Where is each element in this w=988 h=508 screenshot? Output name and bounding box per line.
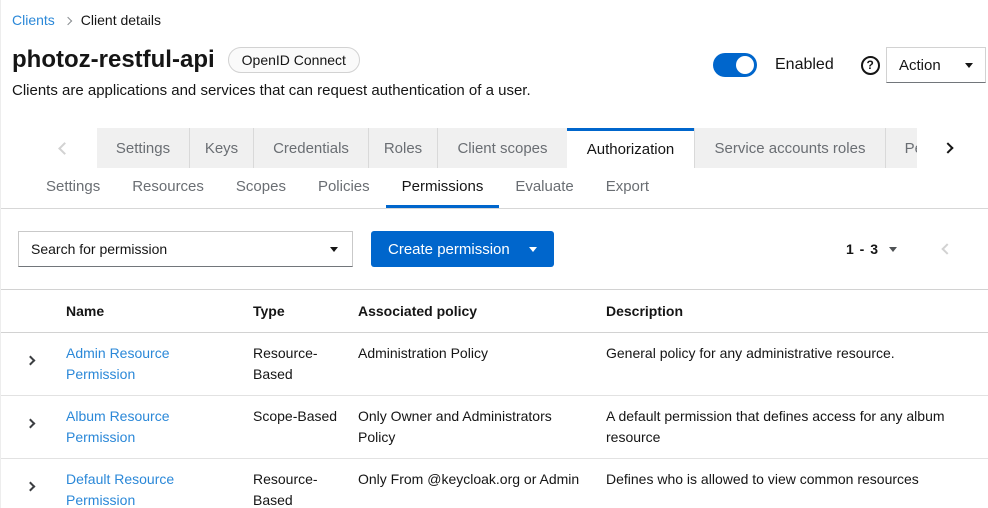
breadcrumb-separator-icon bbox=[64, 16, 72, 24]
subtab-export[interactable]: Export bbox=[590, 168, 665, 208]
pagination: 1 - 3 bbox=[846, 241, 951, 257]
permission-type: Scope-Based bbox=[253, 396, 358, 458]
tab-service-accounts-roles[interactable]: Service accounts roles bbox=[694, 128, 885, 168]
caret-down-icon bbox=[529, 247, 537, 252]
angle-right-icon bbox=[26, 419, 36, 429]
row-expand-toggle[interactable] bbox=[27, 357, 34, 364]
breadcrumb-current: Client details bbox=[81, 11, 161, 29]
header-spacer bbox=[1, 290, 66, 332]
permission-policy: Administration Policy bbox=[358, 333, 606, 395]
permission-description: General policy for any administrative re… bbox=[606, 333, 988, 395]
search-permission-input[interactable]: Search for permission bbox=[18, 231, 353, 267]
angle-right-icon bbox=[26, 482, 36, 492]
client-tabs: Settings Keys Credentials Roles Client s… bbox=[1, 128, 988, 168]
toggle-knob bbox=[736, 56, 754, 74]
search-permission-placeholder: Search for permission bbox=[31, 241, 167, 257]
create-permission-label: Create permission bbox=[388, 241, 510, 258]
tab-authorization[interactable]: Authorization bbox=[567, 128, 694, 168]
angle-right-icon bbox=[942, 142, 953, 153]
action-dropdown-label: Action bbox=[899, 57, 941, 74]
pagination-prev-button[interactable] bbox=[943, 245, 951, 253]
subtab-settings[interactable]: Settings bbox=[30, 168, 116, 208]
table-row: Default Resource Permission Resource-Bas… bbox=[1, 459, 988, 508]
permission-type: Resource-Based bbox=[253, 459, 358, 508]
caret-down-icon bbox=[965, 63, 973, 68]
table-row: Admin Resource Permission Resource-Based… bbox=[1, 333, 988, 396]
caret-down-icon bbox=[330, 247, 338, 252]
row-expand-toggle[interactable] bbox=[27, 420, 34, 427]
permission-policy: Only Owner and Administrators Policy bbox=[358, 396, 606, 458]
page-title: photoz-restful-api bbox=[12, 44, 215, 76]
permission-description: A default permission that defines access… bbox=[606, 396, 988, 458]
angle-left-icon bbox=[941, 243, 952, 254]
header-controls: Enabled ? Action bbox=[713, 47, 986, 83]
permission-policy: Only From @keycloak.org or Admin bbox=[358, 459, 606, 508]
permission-name-link[interactable]: Album Resource Permission bbox=[66, 408, 170, 445]
angle-right-icon bbox=[26, 356, 36, 366]
tab-roles[interactable]: Roles bbox=[368, 128, 437, 168]
table-body: Admin Resource Permission Resource-Based… bbox=[1, 333, 988, 508]
subtab-resources[interactable]: Resources bbox=[116, 168, 220, 208]
permissions-table: Name Type Associated policy Description … bbox=[1, 289, 988, 508]
breadcrumb-clients-link[interactable]: Clients bbox=[12, 11, 55, 29]
subtab-scopes[interactable]: Scopes bbox=[220, 168, 302, 208]
protocol-badge: OpenID Connect bbox=[228, 47, 360, 73]
column-header-name: Name bbox=[66, 290, 253, 332]
table-row: Album Resource Permission Scope-Based On… bbox=[1, 396, 988, 459]
table-header-row: Name Type Associated policy Description bbox=[1, 289, 988, 333]
client-details-page: Clients Client details photoz-restful-ap… bbox=[0, 0, 988, 508]
create-permission-button[interactable]: Create permission bbox=[371, 231, 554, 267]
permission-name-link[interactable]: Default Resource Permission bbox=[66, 471, 174, 508]
tab-keys[interactable]: Keys bbox=[189, 128, 253, 168]
tab-settings[interactable]: Settings bbox=[97, 128, 189, 168]
subtab-evaluate[interactable]: Evaluate bbox=[499, 168, 589, 208]
page-subtitle: Clients are applications and services th… bbox=[1, 82, 988, 100]
pagination-range: 1 - 3 bbox=[846, 241, 879, 257]
column-header-description: Description bbox=[606, 290, 988, 332]
column-header-type: Type bbox=[253, 290, 358, 332]
enabled-toggle[interactable] bbox=[713, 53, 757, 77]
permissions-toolbar: Search for permission Create permission … bbox=[1, 209, 988, 267]
angle-left-icon bbox=[58, 142, 71, 155]
row-expand-toggle[interactable] bbox=[27, 483, 34, 490]
authorization-subtabs: Settings Resources Scopes Policies Permi… bbox=[1, 168, 988, 209]
enabled-label: Enabled bbox=[775, 56, 834, 74]
subtab-permissions[interactable]: Permissions bbox=[386, 168, 500, 208]
tabs-scroll-right-button[interactable] bbox=[917, 128, 979, 168]
pagination-menu-toggle[interactable] bbox=[889, 247, 897, 252]
tab-client-scopes[interactable]: Client scopes bbox=[437, 128, 567, 168]
tab-credentials[interactable]: Credentials bbox=[253, 128, 368, 168]
help-icon[interactable]: ? bbox=[861, 56, 880, 75]
action-dropdown[interactable]: Action bbox=[886, 47, 986, 83]
permission-name-link[interactable]: Admin Resource Permission bbox=[66, 345, 170, 382]
subtab-policies[interactable]: Policies bbox=[302, 168, 386, 208]
tabs-scroll-area: Settings Keys Credentials Roles Client s… bbox=[97, 128, 917, 168]
permission-type: Resource-Based bbox=[253, 333, 358, 395]
permission-description: Defines who is allowed to view common re… bbox=[606, 459, 988, 508]
tabs-scroll-left-button[interactable] bbox=[31, 128, 97, 168]
breadcrumb: Clients Client details bbox=[1, 0, 988, 29]
tab-permissions[interactable]: Permissions bbox=[885, 128, 917, 168]
column-header-associated-policy: Associated policy bbox=[358, 290, 606, 332]
